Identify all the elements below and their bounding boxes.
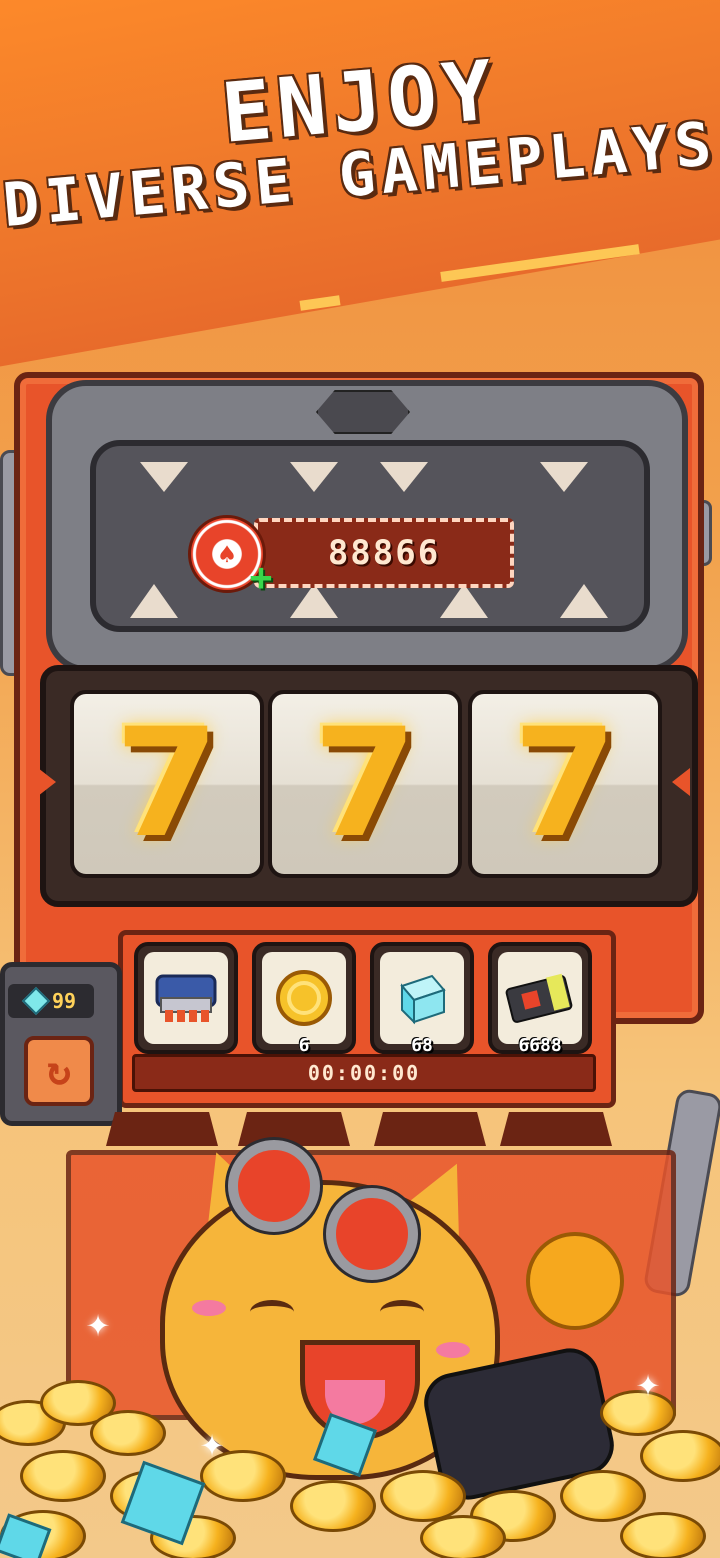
tooth-icon [290, 462, 338, 492]
coin-tray [500, 1112, 612, 1146]
spade-icon: ♠ [218, 537, 236, 571]
tooth-icon [140, 462, 188, 492]
coin-icon [380, 1470, 466, 1522]
prize-count: 6 [298, 1035, 310, 1056]
reel-2: 7 [268, 690, 462, 878]
ice-cube-icon [400, 974, 446, 1025]
prize-slot-ice-cube[interactable]: 68 [370, 942, 474, 1056]
cat-cheek [192, 1300, 226, 1316]
prize-slot-mech-paw[interactable] [134, 942, 238, 1054]
countdown-timer: 00:00:00 [132, 1054, 596, 1092]
coin-icon [90, 1410, 166, 1456]
sparkle-icon: ✦ [200, 1420, 225, 1466]
gem-balance: 99 [8, 984, 94, 1018]
cat-cheek [436, 1342, 470, 1358]
refresh-icon: ↻ [46, 1048, 72, 1094]
gem-count: 99 [51, 989, 77, 1013]
tooth-icon [440, 584, 488, 618]
coin-icon [526, 1232, 624, 1330]
coin-icon [290, 1480, 376, 1532]
reel-symbol: 7 [114, 697, 220, 871]
tooth-icon [560, 584, 608, 618]
coin-icon [560, 1470, 646, 1522]
reel-pointer-left-icon [38, 768, 56, 796]
top-gem-icon [316, 390, 410, 434]
reel-1: 7 [70, 690, 264, 878]
goggle-left-icon [228, 1140, 320, 1232]
prize-slot-gold-coin[interactable]: 6 [252, 942, 356, 1056]
ticket-icon [505, 973, 573, 1023]
game-screen: ENJOY DIVERSE GAMEPLAYS 88866 ♠ + 7 7 7 [0, 0, 720, 1558]
coin-icon [640, 1430, 720, 1482]
mech-paw-icon [155, 974, 217, 1022]
tooth-icon [380, 462, 428, 492]
cat-eye-left [250, 1300, 294, 1324]
sparkle-icon: ✦ [86, 1300, 111, 1346]
coin-icon [20, 1450, 106, 1502]
refresh-button[interactable]: ↻ [24, 1036, 94, 1106]
gold-coin-icon [276, 970, 332, 1026]
tooth-icon [130, 584, 178, 618]
prize-slot-ticket[interactable]: 6688 [488, 942, 592, 1056]
gem-icon [21, 986, 51, 1016]
add-chips-button[interactable]: + [246, 558, 276, 596]
goggle-right-icon [326, 1188, 418, 1280]
tooth-icon [290, 584, 338, 618]
coin-icon [620, 1512, 706, 1558]
sparkle-icon: ✦ [636, 1360, 661, 1406]
reel-symbol: 7 [512, 697, 618, 871]
coin-tray [374, 1112, 486, 1146]
reel-pointer-right-icon [672, 768, 690, 796]
reel-3: 7 [468, 690, 662, 878]
coin-icon [420, 1515, 506, 1558]
coin-counter: 88866 [254, 518, 514, 588]
prize-count: 6688 [518, 1035, 562, 1056]
tooth-icon [540, 462, 588, 492]
cat-eye-right [380, 1300, 424, 1324]
prize-count: 68 [411, 1035, 433, 1056]
reel-symbol: 7 [312, 697, 418, 871]
coin-tray [106, 1112, 218, 1146]
